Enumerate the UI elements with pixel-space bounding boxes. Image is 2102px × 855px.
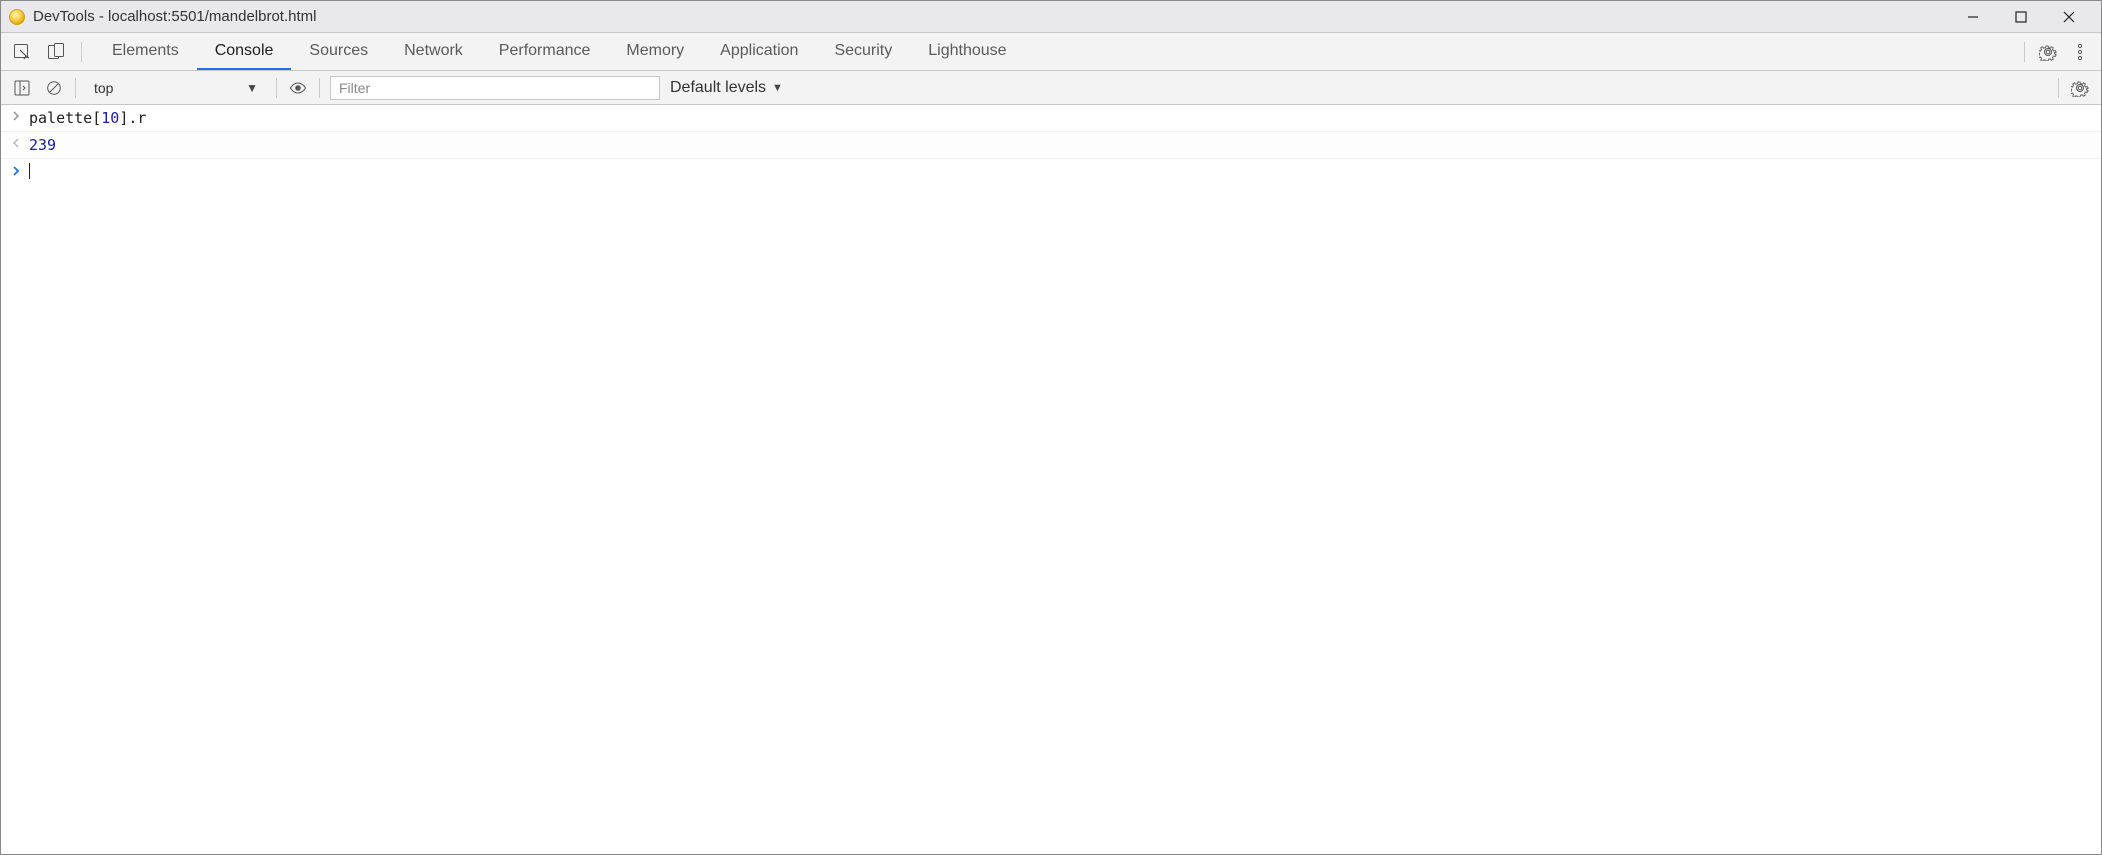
output-chevron-icon [11,136,29,148]
tab-performance[interactable]: Performance [481,33,609,70]
input-chevron-icon [11,109,29,121]
maximize-button[interactable] [1997,3,2045,31]
log-levels-select[interactable]: Default levels ▼ [670,79,783,97]
tab-lighthouse[interactable]: Lighthouse [910,33,1024,70]
chevron-down-icon: ▼ [772,82,783,94]
context-value: top [94,80,113,96]
tab-label: Performance [499,42,591,60]
tab-network[interactable]: Network [386,33,481,70]
console-output-entry: 239 [1,132,2101,159]
tab-console[interactable]: Console [197,33,292,70]
console-input-entry: palette[10].r [1,105,2101,132]
live-expression-eye-icon[interactable] [287,77,309,99]
tab-memory[interactable]: Memory [608,33,702,70]
toolbar-separator [2058,78,2059,98]
tabbar-separator [81,42,82,62]
tab-label: Network [404,42,463,60]
tab-application[interactable]: Application [702,33,816,70]
devtools-tabs: Elements Console Sources Network Perform… [94,33,1025,70]
window-title: DevTools - localhost:5501/mandelbrot.htm… [33,8,316,25]
text-caret [29,163,30,179]
chevron-down-icon: ▼ [246,81,258,95]
close-button[interactable] [2045,3,2093,31]
tabbar-trailing [2012,33,2101,70]
console-entry-content: palette[10].r [29,109,2091,127]
toggle-console-sidebar-icon[interactable] [11,77,33,99]
console-toolbar: top ▼ Default levels ▼ [1,71,2101,105]
window-titlebar: DevTools - localhost:5501/mandelbrot.htm… [1,1,2101,33]
window-controls [1949,3,2093,31]
clear-console-icon[interactable] [43,77,65,99]
execution-context-select[interactable]: top ▼ [86,78,266,98]
tab-label: Security [834,42,892,60]
tab-label: Application [720,42,798,60]
tabbar-separator [2024,42,2025,62]
toolbar-separator [319,78,320,98]
settings-gear-icon[interactable] [2037,41,2059,63]
device-toolbar-icon[interactable] [45,41,67,63]
console-output[interactable]: palette[10].r 239 [1,105,2101,854]
inspect-element-icon[interactable] [11,41,33,63]
tab-sources[interactable]: Sources [291,33,386,70]
toolbar-separator [276,78,277,98]
minimize-button[interactable] [1949,3,1997,31]
toolbar-separator [75,78,76,98]
console-prompt[interactable] [1,159,2101,183]
console-settings-gear-icon[interactable] [2069,77,2091,99]
console-filter-input[interactable] [330,76,660,100]
tab-security[interactable]: Security [816,33,910,70]
prompt-chevron-icon [11,166,29,176]
tab-label: Sources [309,42,368,60]
tab-label: Elements [112,42,179,60]
tab-label: Console [215,42,274,60]
console-entry-content: 239 [29,136,2091,154]
devtools-tabbar: Elements Console Sources Network Perform… [1,33,2101,71]
tab-label: Lighthouse [928,42,1006,60]
more-menu-icon[interactable] [2069,41,2091,63]
levels-label: Default levels [670,79,766,97]
tabbar-leading [1,33,94,70]
tab-label: Memory [626,42,684,60]
tab-elements[interactable]: Elements [94,33,197,70]
devtools-favicon [9,9,25,25]
